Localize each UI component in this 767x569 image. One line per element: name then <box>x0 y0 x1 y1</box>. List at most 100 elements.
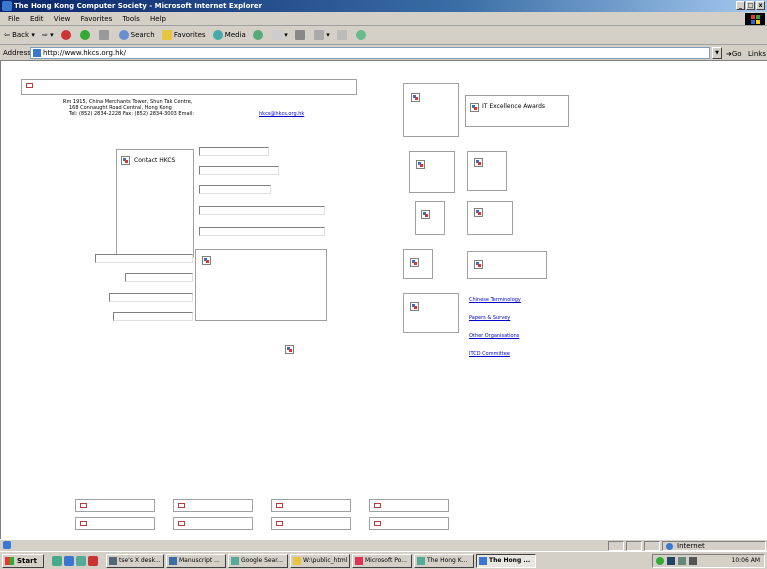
image-tile[interactable] <box>467 151 507 191</box>
quicklaunch-app-icon[interactable] <box>76 556 86 566</box>
header-banner <box>21 79 357 95</box>
system-tray: 10:06 AM <box>652 554 765 568</box>
broken-image-icon <box>121 156 130 165</box>
go-label: Go <box>731 50 742 58</box>
menu-bar: File Edit View Favorites Tools Help <box>0 12 767 26</box>
broken-image-icon <box>202 256 211 265</box>
windows-flag-icon <box>5 557 14 565</box>
contact-label[interactable]: Contact HKCS <box>134 158 175 164</box>
task-hong-kong-1[interactable]: The Hong K... <box>414 554 474 568</box>
form-field-1[interactable] <box>95 254 193 263</box>
menu-file[interactable]: File <box>4 12 24 26</box>
contact-field-1[interactable] <box>199 147 269 156</box>
back-label: Back <box>12 31 30 39</box>
tray-volume-icon[interactable] <box>689 557 697 565</box>
edit-icon[interactable]: ▾ <box>314 26 330 45</box>
link-other-organisations[interactable]: Other Organisations <box>469 333 519 339</box>
zone-indicator: Internet <box>662 541 766 551</box>
footer-banner[interactable] <box>75 517 155 530</box>
maximize-button[interactable]: □ <box>746 1 755 10</box>
quicklaunch-acrobat-icon[interactable] <box>88 556 98 566</box>
contact-field-4[interactable] <box>199 206 325 215</box>
search-label: Search <box>130 31 155 39</box>
discuss-icon[interactable] <box>337 26 349 45</box>
mail-icon[interactable]: ▾ <box>272 26 288 45</box>
footer-banner[interactable] <box>75 499 155 512</box>
contact-field-5[interactable] <box>199 227 325 236</box>
footer-banner[interactable] <box>271 499 351 512</box>
link-papers-survey[interactable]: Papers & Survey <box>469 315 510 321</box>
task-powerpoint[interactable]: Microsoft Po... <box>352 554 412 568</box>
tray-language-icon[interactable] <box>667 557 675 565</box>
history-icon[interactable] <box>253 26 265 45</box>
footer-banner[interactable] <box>173 517 253 530</box>
email-link[interactable]: hkcs@hkcs.org.hk <box>259 111 304 117</box>
forward-button[interactable]: ⇨ ▾ <box>42 26 54 45</box>
back-button[interactable]: ⇦ Back ▾ <box>4 26 35 45</box>
messenger-icon[interactable] <box>356 26 368 45</box>
address-dropdown-icon[interactable]: ▼ <box>712 47 722 59</box>
tray-network-icon[interactable] <box>656 557 664 565</box>
form-field-2[interactable] <box>125 273 193 282</box>
broken-image-icon <box>410 302 419 311</box>
task-label: W:\public_html <box>303 557 348 564</box>
contact-field-3[interactable] <box>199 185 271 194</box>
taskbar: Start tse's X desk... Manuscript ... Goo… <box>0 551 767 569</box>
footer-banner[interactable] <box>271 517 351 530</box>
menu-edit[interactable]: Edit <box>26 12 48 26</box>
tray-app-icon[interactable] <box>678 557 686 565</box>
task-hong-kong-active[interactable]: The Hong ... <box>476 554 536 568</box>
footer-banner[interactable] <box>173 499 253 512</box>
minimize-button[interactable]: _ <box>736 1 745 10</box>
image-tile[interactable] <box>467 251 547 279</box>
search-button[interactable]: Search <box>118 26 155 45</box>
page-status-icon <box>3 541 11 549</box>
footer-banner[interactable] <box>369 499 449 512</box>
contact-field-2[interactable] <box>199 166 279 175</box>
clock[interactable]: 10:06 AM <box>732 555 760 567</box>
close-button[interactable]: x <box>756 1 765 10</box>
task-google[interactable]: Google Sear... <box>228 554 288 568</box>
print-icon[interactable] <box>295 26 307 45</box>
toolbar: ⇦ Back ▾ ⇨ ▾ Search Favorites Media ▾ ▾ <box>0 26 767 45</box>
address-label: Address <box>3 49 31 57</box>
status-segment <box>626 541 642 551</box>
image-tile[interactable] <box>403 83 459 137</box>
broken-image-icon <box>410 258 419 267</box>
task-public-html[interactable]: W:\public_html <box>290 554 350 568</box>
image-tile[interactable] <box>403 249 433 279</box>
links-button[interactable]: Links <box>748 46 766 62</box>
awards-tile[interactable]: IT Excellence Awards <box>465 95 569 127</box>
refresh-icon[interactable] <box>80 26 92 45</box>
menu-favorites[interactable]: Favorites <box>77 12 117 26</box>
task-icon <box>355 557 363 565</box>
link-itcd-committee[interactable]: ITCD Committee <box>469 351 510 357</box>
menu-tools[interactable]: Tools <box>118 12 143 26</box>
task-label: The Hong K... <box>427 557 468 564</box>
menu-help[interactable]: Help <box>146 12 170 26</box>
image-tile[interactable] <box>415 201 445 235</box>
favorites-button[interactable]: Favorites <box>161 26 206 45</box>
quicklaunch-desktop-icon[interactable] <box>52 556 62 566</box>
menu-view[interactable]: View <box>50 12 75 26</box>
form-field-3[interactable] <box>109 293 193 302</box>
status-segment <box>644 541 660 551</box>
media-button[interactable]: Media <box>212 26 246 45</box>
home-icon[interactable] <box>99 26 111 45</box>
image-tile[interactable] <box>467 201 513 235</box>
task-tse-desktop[interactable]: tse's X desk... <box>106 554 164 568</box>
start-button[interactable]: Start <box>2 554 44 568</box>
address-input[interactable]: http://www.hkcs.org.hk/ <box>30 47 710 59</box>
go-button[interactable]: ➜Go <box>726 46 742 62</box>
stop-icon[interactable] <box>60 26 73 45</box>
image-tile[interactable] <box>409 151 455 193</box>
quicklaunch-ie-icon[interactable] <box>64 556 74 566</box>
image-tile[interactable] <box>403 293 459 333</box>
awards-label[interactable]: IT Excellence Awards <box>482 104 545 110</box>
footer-banner[interactable] <box>369 517 449 530</box>
task-manuscript[interactable]: Manuscript ... <box>166 554 226 568</box>
address-line-3: Tel: (852) 2834-2228 Fax: (852) 2834-300… <box>69 111 194 117</box>
form-field-4[interactable] <box>113 312 193 321</box>
address-url: http://www.hkcs.org.hk/ <box>43 49 126 57</box>
link-chinese-terminology[interactable]: Chinese Terminology <box>469 297 521 303</box>
